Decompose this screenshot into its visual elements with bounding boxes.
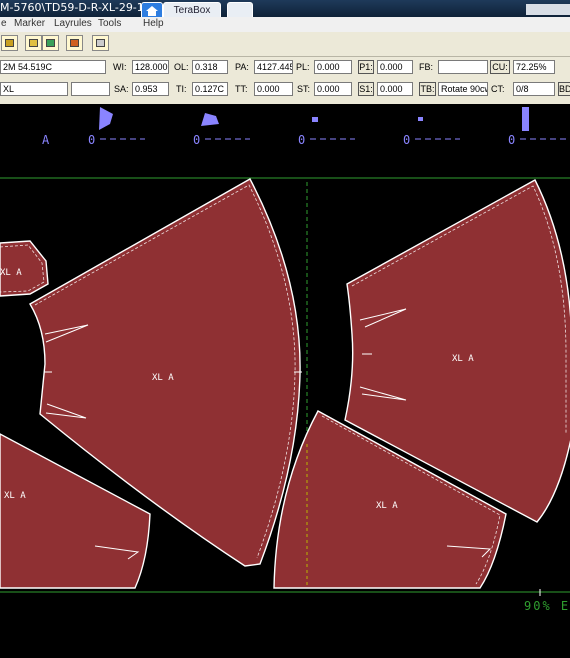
ct-label: CT: [491, 84, 505, 94]
size-field[interactable]: XL [0, 82, 68, 96]
sa-field[interactable]: 0.953 [132, 82, 169, 96]
marker-name-field[interactable]: 2M 54.519C [0, 60, 106, 74]
export-icon[interactable] [92, 35, 109, 51]
bundle-label: 0 [193, 133, 200, 147]
bundle-label: A [42, 133, 50, 147]
fb-label: FB: [419, 62, 434, 72]
bundle-marker[interactable] [312, 117, 318, 122]
menu-item-help[interactable]: Help [143, 18, 164, 29]
menu-item-file[interactable]: e [1, 18, 7, 29]
bundle-marker[interactable] [418, 117, 423, 121]
pl-label: PL: [296, 62, 310, 72]
pl-field[interactable]: 0.000 [314, 60, 352, 74]
menu-item-tools[interactable]: Tools [98, 18, 121, 29]
title-bar: M-5760\TD59-D-R-XL-29-11 TeraBox [0, 0, 570, 19]
folder-icon[interactable] [25, 35, 42, 51]
add-icon[interactable] [42, 35, 59, 51]
piece-label: XL A [0, 268, 22, 278]
st-field[interactable]: 0.000 [314, 82, 352, 96]
piece-label: XL A [376, 501, 398, 511]
wi-field[interactable]: 128.000 [132, 60, 169, 74]
bundle-label: 0 [88, 133, 95, 147]
toolbar [0, 32, 570, 57]
ol-field[interactable]: 0.318 [192, 60, 228, 74]
open-icon[interactable] [1, 35, 18, 51]
zoom-readout: 90% E [524, 599, 570, 613]
tb-field[interactable]: Rotate 90cw [438, 82, 488, 96]
cu-field[interactable]: 72.25% [513, 60, 555, 74]
p1-button[interactable]: P1: [358, 60, 374, 74]
p1-field[interactable]: 0.000 [377, 60, 413, 74]
ol-label: OL: [174, 62, 189, 72]
bundle-marker[interactable] [99, 107, 113, 130]
pa-field[interactable]: 4127.445 [254, 60, 293, 74]
ti-label: TI: [176, 84, 187, 94]
menu-bar: e Marker Layrules Tools Help [0, 17, 570, 32]
bundle-marker[interactable] [522, 107, 529, 131]
ti-field[interactable]: 0.127C [192, 82, 228, 96]
menu-item-marker[interactable]: Marker [14, 18, 45, 29]
bundle-icon[interactable] [66, 35, 83, 51]
tb-button[interactable]: TB: [419, 82, 436, 96]
menu-item-layrules[interactable]: Layrules [54, 18, 92, 29]
marker-info-panel: 2M 54.519C XL WI: 128.000 OL: 0.318 PA: … [0, 57, 570, 104]
window-controls[interactable] [526, 4, 570, 15]
s1-button[interactable]: S1: [358, 82, 374, 96]
wi-label: WI: [113, 62, 127, 72]
size-extra-field[interactable] [71, 82, 110, 96]
window-title: M-5760\TD59-D-R-XL-29-11 [0, 1, 151, 14]
sa-label: SA: [114, 84, 129, 94]
st-label: ST: [297, 84, 311, 94]
piece-label: XL A [152, 373, 174, 383]
s1-field[interactable]: 0.000 [377, 82, 413, 96]
bundle-label: 0 [298, 133, 305, 147]
piece-label: XL A [452, 354, 474, 364]
bundle-label: 0 [403, 133, 410, 147]
bundle-marker[interactable] [201, 113, 219, 126]
ct-field[interactable]: 0/8 [513, 82, 555, 96]
bundle-markers [99, 107, 529, 131]
fb-field[interactable] [438, 60, 488, 74]
marker-canvas[interactable]: A 0 0 0 0 0 XL A XL A XL A XL A XL A 90%… [0, 104, 570, 658]
bundle-label: 0 [508, 133, 515, 147]
piece-label: XL A [4, 491, 26, 501]
pa-label: PA: [235, 62, 249, 72]
bd-button[interactable]: BD [558, 82, 570, 96]
tt-field[interactable]: 0.000 [254, 82, 293, 96]
tt-label: TT: [235, 84, 248, 94]
cu-button[interactable]: CU: [490, 60, 510, 74]
